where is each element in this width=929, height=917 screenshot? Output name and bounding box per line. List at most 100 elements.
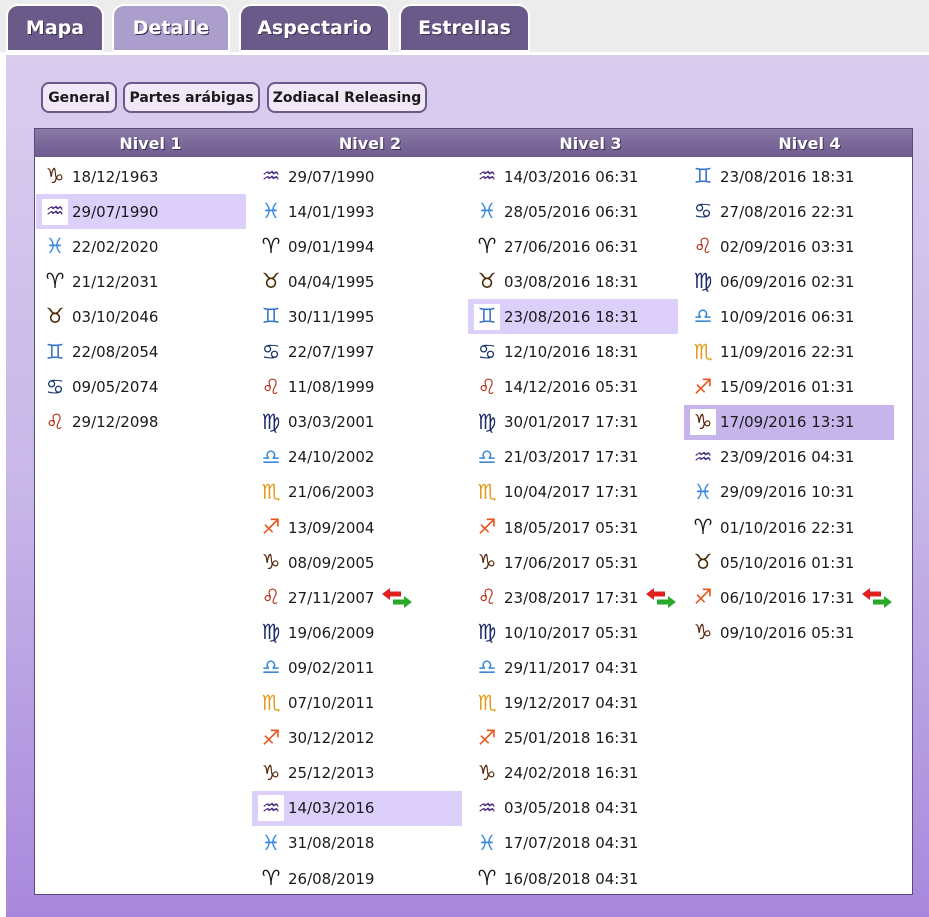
list-item[interactable]: ♋︎ 27/08/2016 22:31 [684,194,894,229]
period-date: 28/05/2016 06:31 [504,202,639,221]
list-item[interactable]: ♒︎ 29/07/1990 [252,159,462,194]
list-item[interactable]: ♓︎ 17/07/2018 04:31 [468,826,678,861]
list-item[interactable]: ♑︎ 25/12/2013 [252,756,462,791]
list-item[interactable]: ♈︎ 26/08/2019 [252,861,462,896]
subtab-partes-arabigas[interactable]: Partes arábigas [123,82,260,113]
list-item[interactable]: ♏︎ 21/06/2003 [252,475,462,510]
list-item[interactable]: ♒︎ 03/05/2018 04:31 [468,791,678,826]
list-item[interactable]: ♌︎ 11/08/1999 [252,370,462,405]
list-item[interactable]: ♐︎ 13/09/2004 [252,510,462,545]
list-item[interactable]: ♍︎ 03/03/2001 [252,405,462,440]
list-item[interactable]: ♍︎ 06/09/2016 02:31 [684,264,894,299]
cancer-icon: ♋︎ [45,374,65,399]
list-item[interactable]: ♍︎ 10/10/2017 05:31 [468,615,678,650]
tab-aspectario[interactable]: Aspectario [241,6,388,50]
period-date: 26/08/2019 [288,869,375,888]
period-date: 06/10/2016 17:31 [720,588,855,607]
list-item[interactable]: ♌︎ 27/11/2007 [252,580,462,615]
list-item[interactable]: ♏︎ 11/09/2016 22:31 [684,335,894,370]
tab-aspectario-label: Aspectario [257,17,372,39]
list-item[interactable]: ♎︎ 21/03/2017 17:31 [468,440,678,475]
tab-mapa[interactable]: Mapa [8,6,102,50]
list-item[interactable]: ♐︎ 25/01/2018 16:31 [468,721,678,756]
libra-icon: ♎︎ [693,304,713,329]
list-item[interactable]: ♓︎ 14/01/1993 [252,194,462,229]
period-date: 21/06/2003 [288,483,375,502]
period-date: 01/10/2016 22:31 [720,518,855,537]
list-item[interactable]: ♓︎ 22/02/2020 [36,229,246,264]
list-item[interactable]: ♑︎ 09/10/2016 05:31 [684,615,894,650]
list-item[interactable]: ♉︎ 03/10/2046 [36,299,246,334]
list-item[interactable]: ♓︎ 31/08/2018 [252,826,462,861]
list-item[interactable]: ♓︎ 28/05/2016 06:31 [468,194,678,229]
list-item[interactable]: ♒︎ 29/07/1990 [36,194,246,230]
period-date: 03/08/2016 18:31 [504,272,639,291]
leo-icon: ♌︎ [693,234,713,259]
list-item[interactable]: ♌︎ 14/12/2016 05:31 [468,370,678,405]
libra-icon: ♎︎ [477,444,497,469]
list-item[interactable]: ♋︎ 12/10/2016 18:31 [468,335,678,370]
list-item[interactable]: ♐︎ 15/09/2016 01:31 [684,370,894,405]
libra-icon: ♎︎ [477,655,497,680]
list-item[interactable]: ♈︎ 27/06/2016 06:31 [468,229,678,264]
list-item[interactable]: ♈︎ 21/12/2031 [36,264,246,299]
tab-estrellas[interactable]: Estrellas [401,6,528,50]
scorpio-icon: ♏︎ [477,690,497,715]
list-item[interactable]: ♒︎ 23/09/2016 04:31 [684,440,894,475]
period-date: 03/05/2018 04:31 [504,799,639,818]
list-item[interactable]: ♑︎ 17/09/2016 13:31 [684,404,894,440]
list-item[interactable]: ♏︎ 07/10/2011 [252,686,462,721]
list-item[interactable]: ♍︎ 30/01/2017 17:31 [468,405,678,440]
list-item[interactable]: ♊︎ 22/08/2054 [36,335,246,370]
list-item[interactable]: ♑︎ 18/12/1963 [36,159,246,194]
list-item[interactable]: ♈︎ 01/10/2016 22:31 [684,510,894,545]
subtab-general[interactable]: General [41,82,117,113]
period-date: 17/06/2017 05:31 [504,553,639,572]
list-item[interactable]: ♉︎ 03/08/2016 18:31 [468,264,678,299]
aquarius-icon: ♒︎ [258,795,284,822]
list-item[interactable]: ♒︎ 14/03/2016 [252,790,462,826]
capricorn-icon: ♑︎ [477,760,497,785]
list-item[interactable]: ♐︎ 18/05/2017 05:31 [468,510,678,545]
virgo-icon: ♍︎ [261,620,281,645]
list-item[interactable]: ♑︎ 24/02/2018 16:31 [468,756,678,791]
period-date: 19/06/2009 [288,623,375,642]
list-item[interactable]: ♐︎ 30/12/2012 [252,721,462,756]
aries-icon: ♈︎ [477,866,497,890]
taurus-icon: ♉︎ [693,550,713,575]
list-item[interactable]: ♑︎ 17/06/2017 05:31 [468,545,678,580]
period-date: 29/07/1990 [72,202,159,221]
period-date: 31/08/2018 [288,834,375,853]
list-item[interactable]: ♌︎ 29/12/2098 [36,405,246,440]
subtab-zodiacal-releasing[interactable]: Zodiacal Releasing [267,82,427,113]
list-item[interactable]: ♎︎ 10/09/2016 06:31 [684,299,894,334]
aquarius-icon: ♒︎ [261,164,281,188]
period-date: 23/08/2016 18:31 [720,167,855,186]
list-item[interactable]: ♏︎ 19/12/2017 04:31 [468,686,678,721]
list-item[interactable]: ♊︎ 23/08/2016 18:31 [468,299,678,335]
list-item[interactable]: ♓︎ 29/09/2016 10:31 [684,475,894,510]
period-date: 09/10/2016 05:31 [720,623,855,642]
list-item[interactable]: ♊︎ 23/08/2016 18:31 [684,159,894,194]
list-item[interactable]: ♒︎ 14/03/2016 06:31 [468,159,678,194]
list-item[interactable]: ♍︎ 19/06/2009 [252,615,462,650]
list-item[interactable]: ♌︎ 23/08/2017 17:31 [468,580,678,615]
list-item[interactable]: ♈︎ 16/08/2018 04:31 [468,861,678,896]
tab-detalle[interactable]: Detalle [114,6,228,50]
list-item[interactable]: ♋︎ 22/07/1997 [252,335,462,370]
list-item[interactable]: ♎︎ 09/02/2011 [252,650,462,685]
list-item[interactable]: ♊︎ 30/11/1995 [252,299,462,334]
list-item[interactable]: ♈︎ 09/01/1994 [252,229,462,264]
list-item[interactable]: ♐︎ 06/10/2016 17:31 [684,580,894,615]
gemini-icon: ♊︎ [474,303,500,330]
list-item[interactable]: ♑︎ 08/09/2005 [252,545,462,580]
list-item[interactable]: ♉︎ 04/04/1995 [252,264,462,299]
list-item[interactable]: ♌︎ 02/09/2016 03:31 [684,229,894,264]
period-date: 09/05/2074 [72,378,159,397]
list-item[interactable]: ♎︎ 24/10/2002 [252,440,462,475]
list-item[interactable]: ♏︎ 10/04/2017 17:31 [468,475,678,510]
list-item[interactable]: ♎︎ 29/11/2017 04:31 [468,650,678,685]
period-date: 21/03/2017 17:31 [504,448,639,467]
list-item[interactable]: ♉︎ 05/10/2016 01:31 [684,545,894,580]
list-item[interactable]: ♋︎ 09/05/2074 [36,370,246,405]
